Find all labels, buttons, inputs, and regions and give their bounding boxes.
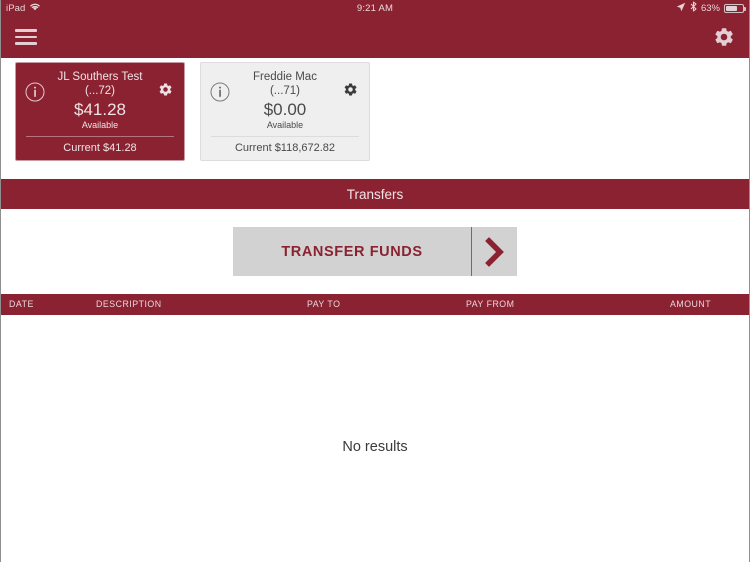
account-available-amount: $0.00	[263, 100, 307, 119]
account-current-balance: Current $118,672.82	[234, 142, 336, 154]
account-available-label: Available	[266, 120, 304, 130]
transfer-funds-button[interactable]: TRANSFER FUNDS	[233, 227, 517, 276]
transactions-table-body: No results	[1, 315, 749, 562]
transfers-section-header: Transfers	[1, 179, 749, 209]
app-root: iPad 9:21 AM 63% JL Southers Test (...72…	[0, 0, 750, 562]
empty-state-message: No results	[342, 439, 408, 455]
info-circle-icon[interactable]	[22, 70, 48, 102]
section-title: Transfers	[346, 186, 404, 202]
account-cards-row: JL Southers Test (...72) $41.28 Availabl…	[1, 58, 749, 161]
account-card-body: JL Southers Test (...72) $41.28 Availabl…	[48, 70, 152, 131]
account-card-top: Freddie Mac (...71) $0.00 Available	[201, 70, 369, 131]
column-header-pay-from: PAY FROM	[466, 299, 515, 309]
account-card-selected[interactable]: JL Southers Test (...72) $41.28 Availabl…	[15, 62, 185, 161]
gear-icon[interactable]	[713, 26, 735, 48]
battery-percent-label: 63%	[700, 2, 720, 14]
account-settings-gear-icon[interactable]	[152, 70, 178, 97]
hamburger-menu-icon[interactable]	[15, 29, 37, 45]
column-header-amount: AMOUNT	[670, 299, 712, 309]
account-name: Freddie Mac	[253, 71, 317, 83]
account-card-top: JL Southers Test (...72) $41.28 Availabl…	[16, 70, 184, 131]
bluetooth-icon	[690, 1, 697, 15]
account-current-balance: Current $41.28	[63, 142, 137, 154]
info-circle-icon[interactable]	[207, 70, 233, 102]
account-card[interactable]: Freddie Mac (...71) $0.00 Available Curr…	[200, 62, 370, 161]
column-header-description: DESCRIPTION	[96, 299, 162, 309]
column-header-pay-to: PAY TO	[307, 299, 341, 309]
location-arrow-icon	[676, 2, 686, 15]
account-card-body: Freddie Mac (...71) $0.00 Available	[233, 70, 337, 131]
transactions-table-header: DATE DESCRIPTION PAY TO PAY FROM AMOUNT	[1, 294, 749, 315]
chevron-right-icon[interactable]	[471, 227, 517, 276]
account-settings-gear-icon[interactable]	[337, 70, 363, 97]
status-bar: iPad 9:21 AM 63%	[1, 0, 749, 16]
account-masked-number: (...71)	[269, 85, 301, 97]
account-masked-number: (...72)	[84, 85, 116, 97]
transfer-button-area: TRANSFER FUNDS	[1, 209, 749, 294]
column-header-date: DATE	[9, 299, 34, 309]
account-name: JL Southers Test	[57, 71, 143, 83]
battery-icon	[724, 3, 746, 13]
status-bar-right: 63%	[676, 1, 746, 15]
account-available-label: Available	[81, 120, 119, 130]
navigation-bar	[1, 16, 749, 58]
account-available-amount: $41.28	[74, 100, 126, 119]
transfer-funds-label: TRANSFER FUNDS	[281, 243, 423, 260]
status-bar-time: 9:21 AM	[356, 2, 394, 14]
